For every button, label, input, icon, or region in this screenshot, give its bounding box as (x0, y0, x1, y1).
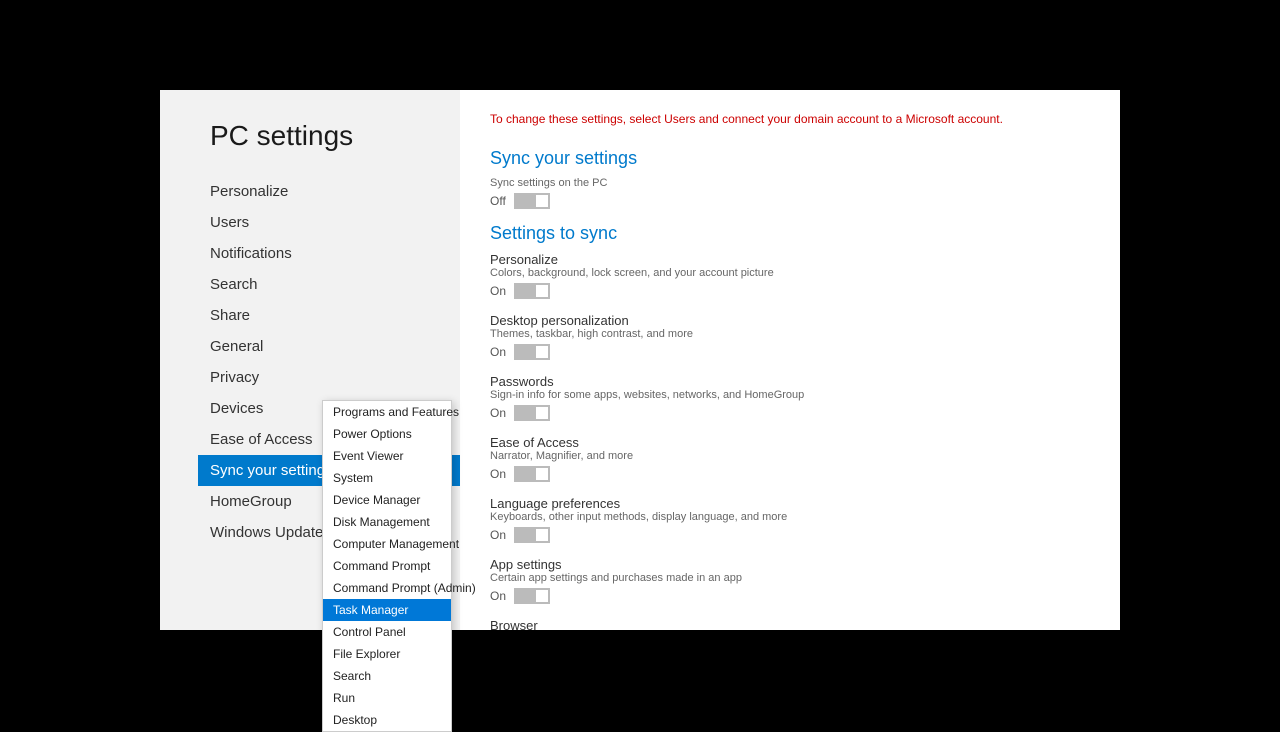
setting-browser-name: Browser (490, 618, 1090, 630)
nav-item-personalize[interactable]: Personalize (210, 176, 460, 207)
context-menu: Programs and Features Power Options Even… (322, 400, 452, 732)
setting-app-settings: App settings Certain app settings and pu… (490, 557, 1090, 604)
setting-ease-of-access: Ease of Access Narrator, Magnifier, and … (490, 435, 1090, 482)
context-menu-item-computer-management[interactable]: Computer Management (323, 533, 451, 555)
sync-on-pc-label: Sync settings on the PC (490, 177, 1090, 189)
context-menu-item-task-manager[interactable]: Task Manager (323, 599, 451, 621)
setting-passwords-toggle[interactable] (514, 405, 550, 421)
context-menu-item-command-prompt[interactable]: Command Prompt (323, 555, 451, 577)
setting-desktop-personalization-toggle-label: On (490, 345, 506, 359)
setting-ease-of-access-name: Ease of Access (490, 435, 1090, 450)
sync-on-pc-toggle[interactable] (514, 193, 550, 209)
setting-app-settings-toggle[interactable] (514, 588, 550, 604)
setting-personalize: Personalize Colors, background, lock scr… (490, 252, 1090, 299)
settings-to-sync-title: Settings to sync (490, 223, 1090, 244)
setting-passwords-toggle-label: On (490, 406, 506, 420)
main-content: To change these settings, select Users a… (460, 90, 1120, 630)
nav-item-users[interactable]: Users (210, 207, 460, 238)
notice-text: To change these settings, select Users a… (490, 110, 1090, 128)
context-menu-item-programs[interactable]: Programs and Features (323, 401, 451, 423)
context-menu-item-search[interactable]: Search (323, 665, 451, 687)
context-menu-item-run[interactable]: Run (323, 687, 451, 709)
app-title: PC settings (210, 120, 460, 152)
setting-desktop-personalization: Desktop personalization Themes, taskbar,… (490, 313, 1090, 360)
sync-section-title: Sync your settings (490, 148, 1090, 169)
nav-item-search[interactable]: Search (210, 269, 460, 300)
context-menu-item-disk-management[interactable]: Disk Management (323, 511, 451, 533)
nav-item-general[interactable]: General (210, 331, 460, 362)
setting-app-settings-name: App settings (490, 557, 1090, 572)
setting-personalize-toggle-label: On (490, 284, 506, 298)
setting-language-preferences: Language preferences Keyboards, other in… (490, 496, 1090, 543)
context-menu-item-system[interactable]: System (323, 467, 451, 489)
nav-item-notifications[interactable]: Notifications (210, 238, 460, 269)
context-menu-item-control-panel[interactable]: Control Panel (323, 621, 451, 643)
setting-ease-of-access-toggle[interactable] (514, 466, 550, 482)
sync-on-pc-toggle-row: Off (490, 193, 1090, 209)
context-menu-item-power[interactable]: Power Options (323, 423, 451, 445)
setting-personalize-name: Personalize (490, 252, 1090, 267)
nav-item-privacy[interactable]: Privacy (210, 362, 460, 393)
context-menu-item-event-viewer[interactable]: Event Viewer (323, 445, 451, 467)
context-menu-item-desktop[interactable]: Desktop (323, 709, 451, 731)
setting-ease-of-access-desc: Narrator, Magnifier, and more (490, 450, 1090, 462)
setting-passwords-desc: Sign-in info for some apps, websites, ne… (490, 389, 1090, 401)
context-menu-item-command-prompt-admin[interactable]: Command Prompt (Admin) (323, 577, 451, 599)
sync-on-pc-row: Sync settings on the PC Off (490, 177, 1090, 209)
setting-language-preferences-desc: Keyboards, other input methods, display … (490, 511, 1090, 523)
context-menu-item-file-explorer[interactable]: File Explorer (323, 643, 451, 665)
setting-ease-of-access-toggle-label: On (490, 467, 506, 481)
setting-app-settings-toggle-label: On (490, 589, 506, 603)
setting-language-preferences-name: Language preferences (490, 496, 1090, 511)
sync-on-pc-toggle-label: Off (490, 194, 506, 208)
setting-passwords-name: Passwords (490, 374, 1090, 389)
setting-personalize-toggle[interactable] (514, 283, 550, 299)
context-menu-item-device-manager[interactable]: Device Manager (323, 489, 451, 511)
setting-desktop-personalization-desc: Themes, taskbar, high contrast, and more (490, 328, 1090, 340)
nav-item-share[interactable]: Share (210, 300, 460, 331)
setting-browser: Browser Settings and info like history a… (490, 618, 1090, 630)
setting-personalize-desc: Colors, background, lock screen, and you… (490, 267, 1090, 279)
setting-desktop-personalization-name: Desktop personalization (490, 313, 1090, 328)
setting-language-preferences-toggle[interactable] (514, 527, 550, 543)
setting-language-preferences-toggle-label: On (490, 528, 506, 542)
setting-desktop-personalization-toggle[interactable] (514, 344, 550, 360)
setting-passwords: Passwords Sign-in info for some apps, we… (490, 374, 1090, 421)
setting-app-settings-desc: Certain app settings and purchases made … (490, 572, 1090, 584)
